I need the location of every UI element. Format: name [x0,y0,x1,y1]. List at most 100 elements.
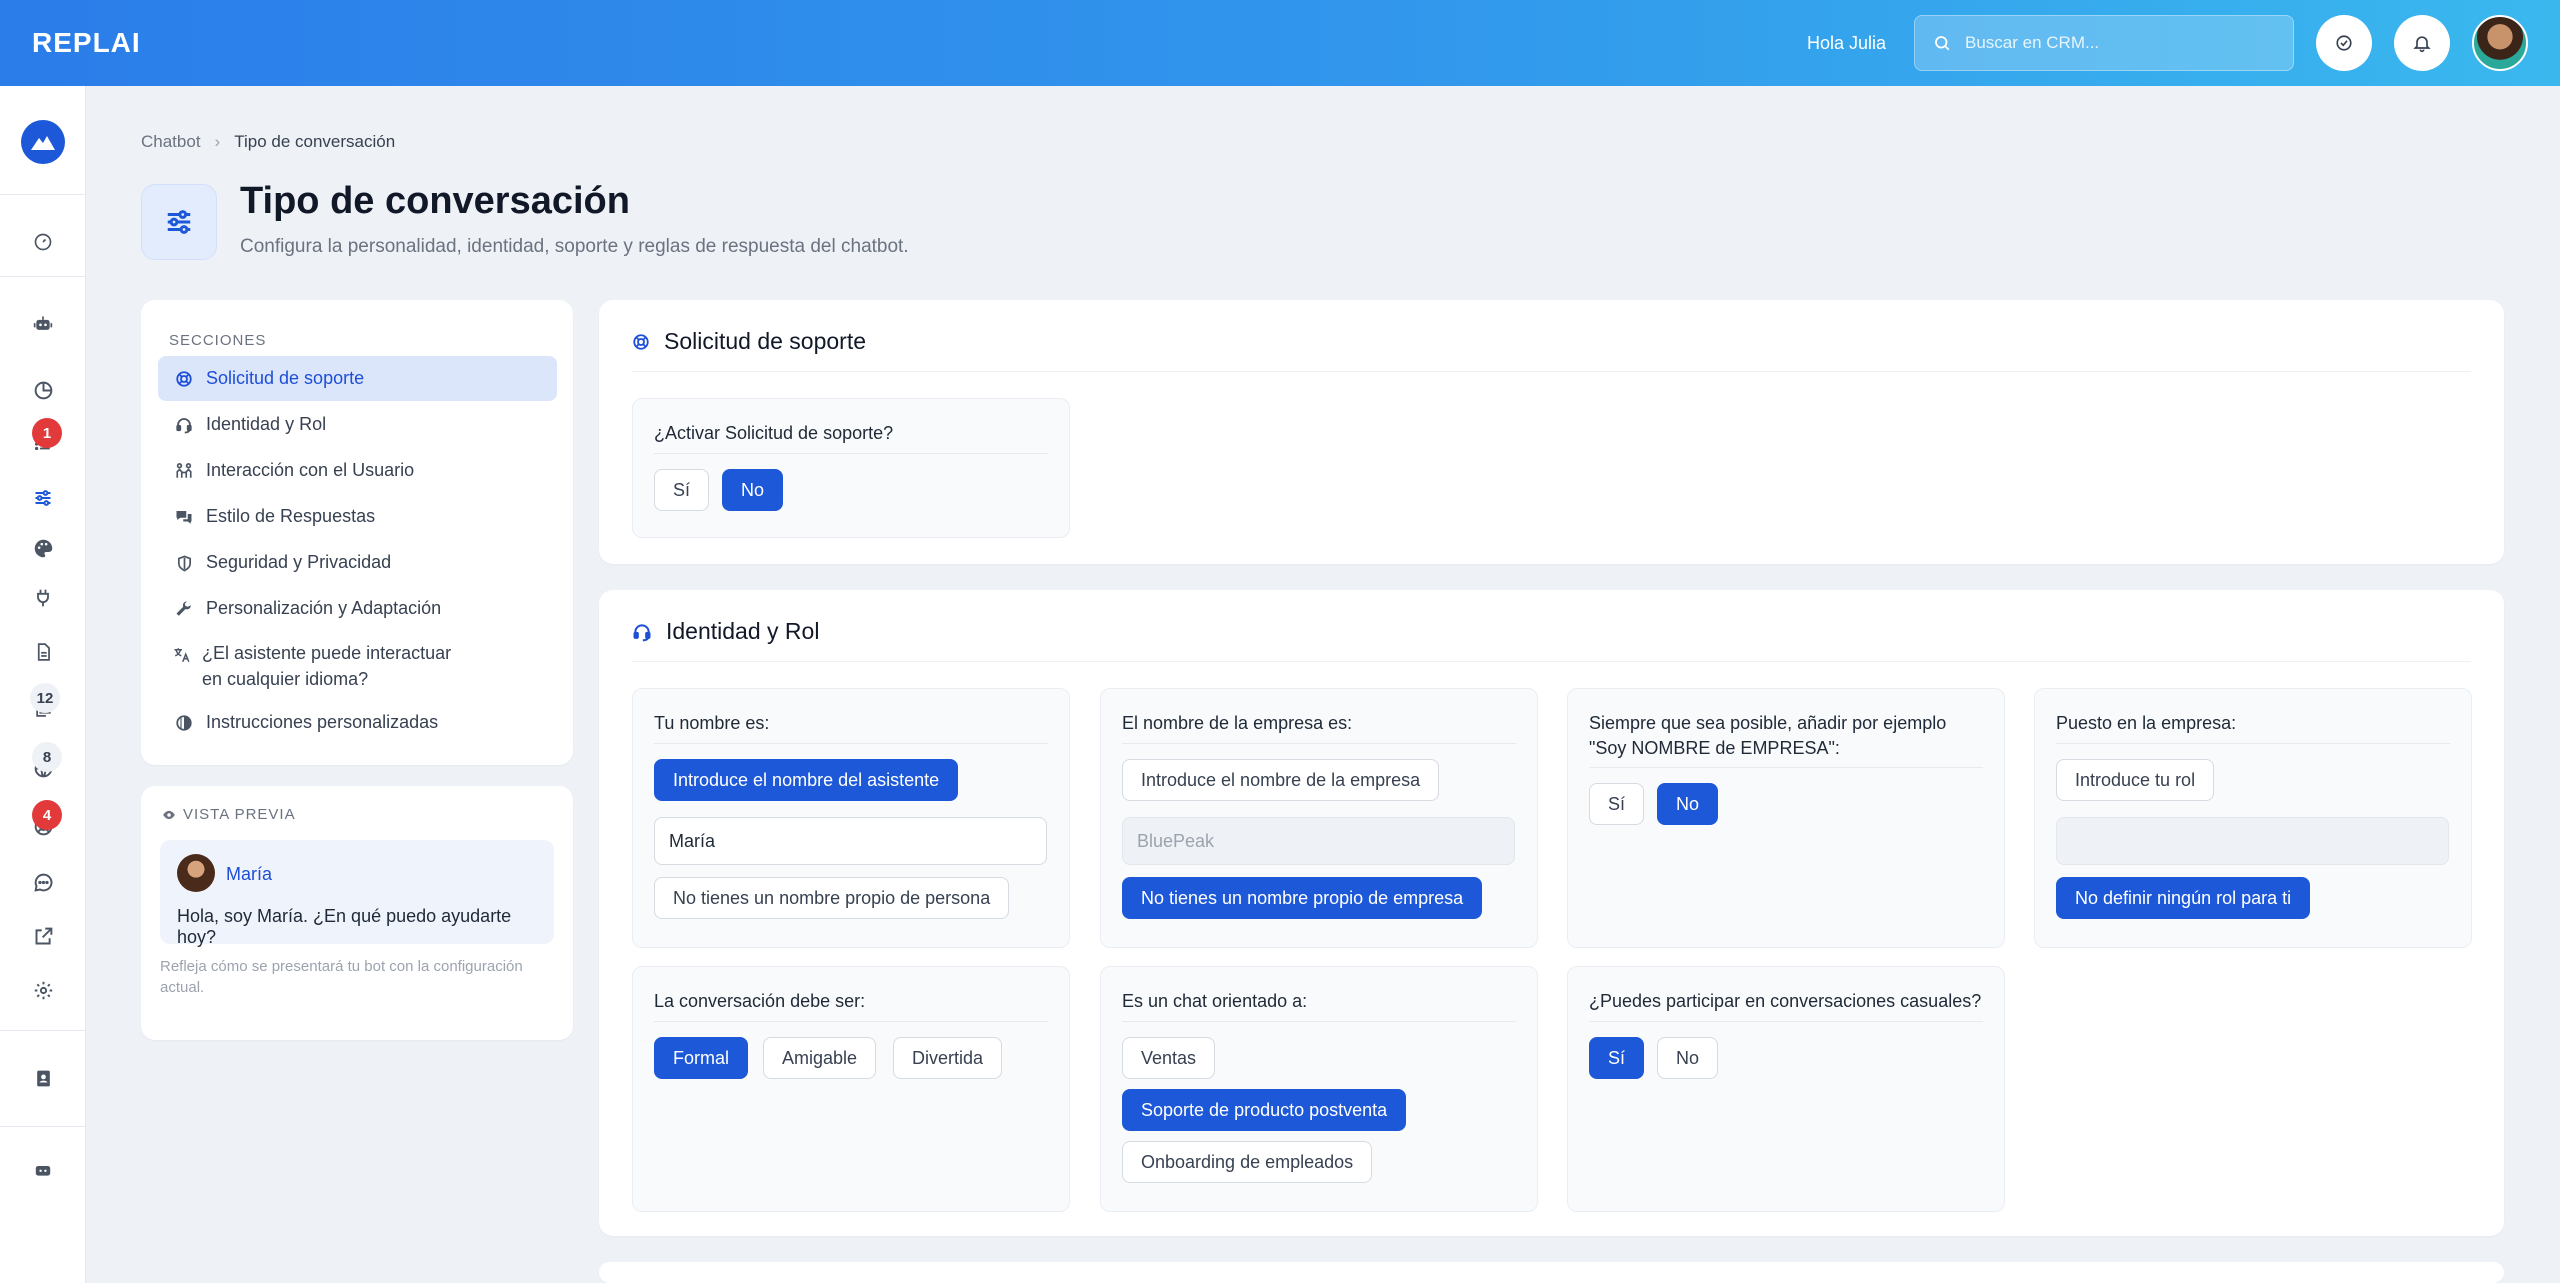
preview-panel: VISTA PREVIA María Hola, soy María. ¿En … [141,786,573,1040]
question-divider [2056,743,2450,744]
question-label: ¿Puedes participar en conversaciones cas… [1589,991,1982,1011]
enter-company-name-button[interactable]: Introduce el nombre de la empresa [1122,759,1440,801]
section-link-language[interactable]: ¿El asistente puede interactuar en cualq… [158,640,488,692]
section-link-personalization[interactable]: Personalización y Adaptación [158,598,557,619]
sidebar-item-messages[interactable] [0,862,86,902]
question-label: Puesto en la empresa: [2056,713,2237,733]
casual-conversation-question: ¿Puedes participar en conversaciones cas… [1567,966,2005,1212]
section-link-label: Personalización y Adaptación [206,598,442,618]
pie-chart-icon [34,381,52,399]
tone-formal-button[interactable]: Formal [654,1037,749,1079]
enter-assistant-name-button[interactable]: Introduce el nombre del asistente [654,759,959,801]
external-link-icon [35,927,52,944]
add-company-yes-button[interactable]: Sí [1589,783,1645,825]
list-badge: 1 [32,418,62,448]
section-link-identity[interactable]: Identidad y Rol [158,414,557,435]
question-label: Es un chat orientado a: [1122,991,1308,1011]
app-logo[interactable]: REPLAI [32,27,141,59]
sidebar-divider [0,1126,86,1127]
sidebar-item-integrations[interactable] [0,578,86,618]
next-section-card [599,1262,2504,1283]
company-name-question: El nombre de la empresa es: Introduce el… [1100,688,1538,948]
question-divider [1122,1021,1516,1022]
support-activate-question: ¿Activar Solicitud de soporte? Sí No [632,398,1070,538]
web-badge: 8 [32,742,62,772]
sliders-icon [167,210,191,234]
top-bar-right: Hola Julia Buscar en CRM... [1807,15,2528,71]
enter-role-button[interactable]: Introduce tu rol [2056,759,2215,801]
orientation-support-button[interactable]: Soporte de producto postventa [1122,1089,1407,1131]
question-divider [654,743,1048,744]
question-label: Siempre que sea posible, añadir por ejem… [1589,713,1947,758]
section-link-interaction[interactable]: Interacción con el Usuario [158,460,557,481]
section-link-label: ¿El asistente puede interactuar en cualq… [202,643,452,689]
sections-panel: SECCIONES Solicitud de soporte Identidad… [141,300,573,765]
shield-icon [172,552,196,573]
section-link-instructions[interactable]: Instrucciones personalizadas [158,712,557,733]
section-link-label: Seguridad y Privacidad [206,552,392,572]
tone-friendly-button[interactable]: Amigable [763,1037,877,1079]
check-circle-icon [2336,35,2352,51]
add-company-no-button[interactable]: No [1657,783,1719,825]
support-card: Solicitud de soporte ¿Activar Solicitud … [599,300,2504,564]
sidebar-item-external[interactable] [0,916,86,956]
tone-fun-button[interactable]: Divertida [893,1037,1003,1079]
sidebar-item-dashboard[interactable] [0,222,86,262]
breadcrumb-parent[interactable]: Chatbot [141,132,201,152]
question-divider [1122,743,1516,744]
search-placeholder: Buscar en CRM... [1965,33,2100,52]
tasks-button[interactable] [2316,15,2372,71]
sidebar-item-settings-sliders[interactable] [0,478,86,518]
top-bar: REPLAI Hola Julia Buscar en CRM... [0,0,2560,86]
section-link-support[interactable]: Solicitud de soporte [158,356,557,401]
users-interact-icon [172,460,196,480]
sidebar-item-settings[interactable] [0,970,86,1010]
assistant-name-input[interactable]: María [654,817,1047,865]
company-role-question: Puesto en la empresa: Introduce tu rol N… [2034,688,2472,948]
identity-card-title: Identidad y Rol [666,618,820,644]
section-link-label: Solicitud de soporte [206,368,365,388]
search-input[interactable]: Buscar en CRM... [1914,15,2294,71]
page-title-icon [141,184,217,260]
section-link-style[interactable]: Estilo de Respuestas [158,506,557,527]
brand-logo-icon[interactable] [21,120,65,164]
contrast-icon [172,712,196,732]
translate-icon [172,640,192,664]
support-no-button[interactable]: No [722,469,784,511]
wrench-icon [172,598,196,618]
preview-note: Refleja cómo se presentará tu bot con la… [160,958,523,996]
sidebar-item-extra[interactable] [0,1150,86,1190]
orientation-onboarding-button[interactable]: Onboarding de empleados [1122,1141,1373,1183]
section-link-label: Identidad y Rol [206,414,327,434]
no-person-name-button[interactable]: No tienes un nombre propio de persona [654,877,1010,919]
contact-book-icon [36,1070,50,1086]
no-role-button[interactable]: No definir ningún rol para ti [2056,877,2311,919]
support-yes-button[interactable]: Sí [654,469,710,511]
role-input[interactable] [2056,817,2449,865]
sidebar-item-contacts[interactable] [0,1058,86,1098]
user-avatar[interactable] [2472,15,2528,71]
sidebar-divider [0,1030,86,1031]
sidebar-item-documents[interactable] [0,632,86,672]
casual-no-button[interactable]: No [1657,1037,1719,1079]
sliders-icon [35,490,51,506]
page-title: Tipo de conversación [240,180,630,222]
no-company-name-button[interactable]: No tienes un nombre propio de empresa [1122,877,1483,919]
sidebar-divider [0,194,86,195]
gauge-icon [34,233,52,251]
sidebar-item-analytics[interactable] [0,370,86,410]
lifebuoy-icon [172,370,196,388]
company-name-input[interactable]: BluePeak [1122,817,1515,865]
identity-card-title-row: Identidad y Rol [632,618,819,645]
notifications-button[interactable] [2394,15,2450,71]
section-link-security[interactable]: Seguridad y Privacidad [158,552,557,573]
lifebuoy-icon [633,333,649,350]
sidebar-item-theme[interactable] [0,528,86,568]
question-divider [654,453,1048,454]
casual-yes-button[interactable]: Sí [1589,1037,1645,1079]
preview-heading: VISTA PREVIA [183,806,296,823]
question-divider [1589,1021,1983,1022]
sidebar-item-chatbot[interactable] [0,304,86,344]
orientation-sales-button[interactable]: Ventas [1122,1037,1216,1079]
palette-icon [34,539,52,557]
